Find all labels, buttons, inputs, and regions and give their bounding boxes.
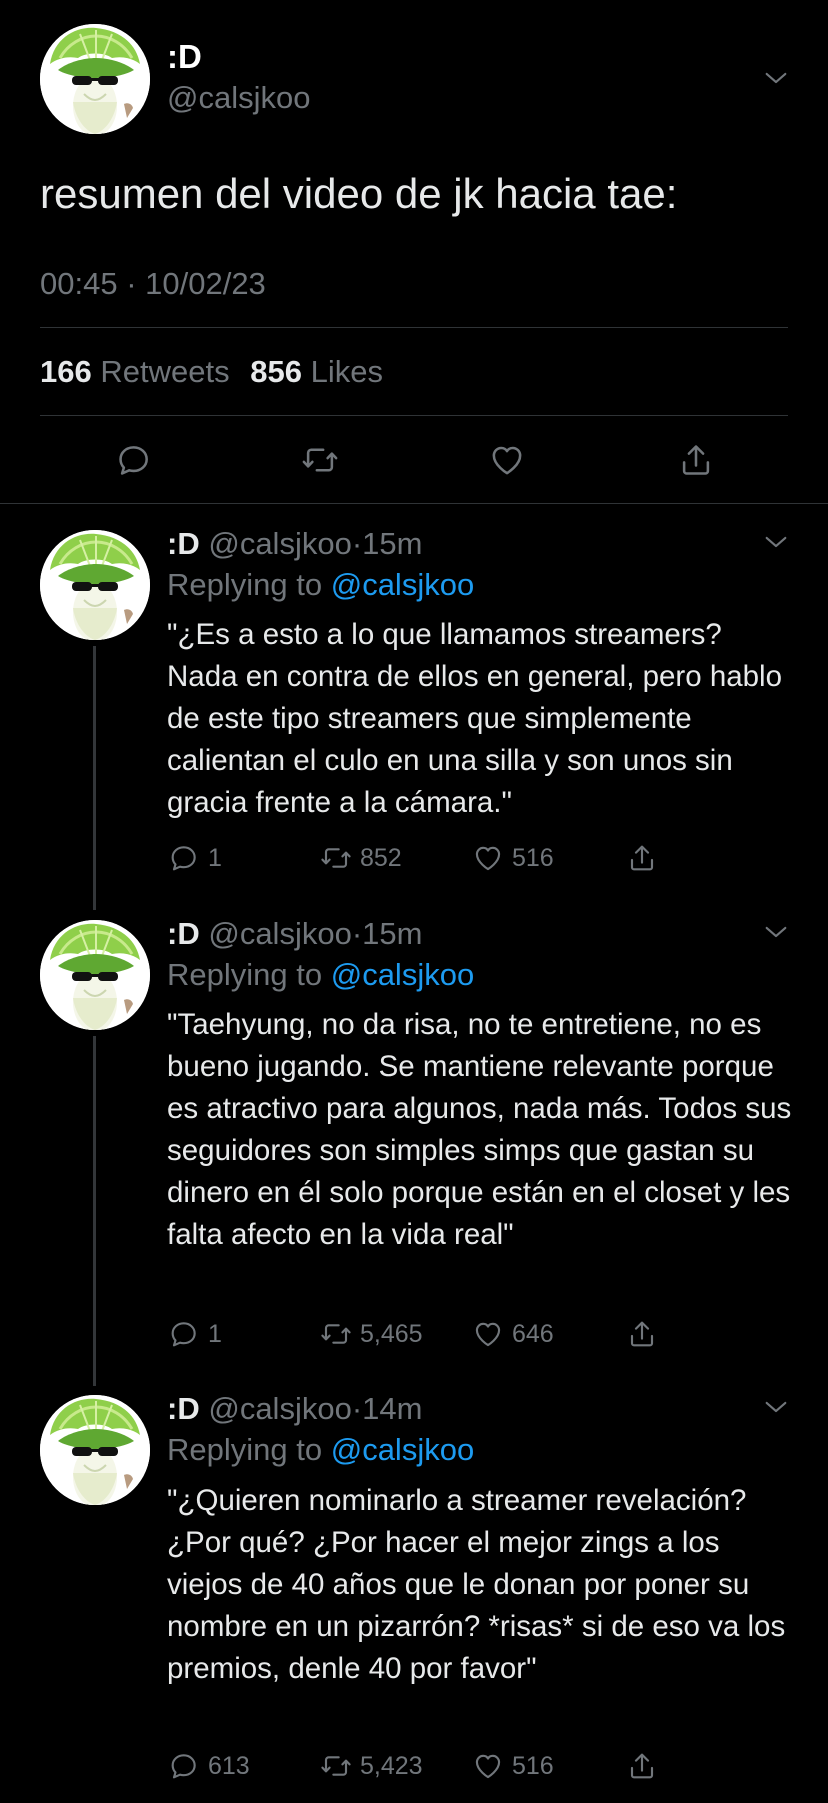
avatar[interactable] [40, 24, 150, 134]
reply-action[interactable]: 1 [168, 1318, 222, 1350]
retweet-action[interactable]: 852 [320, 842, 402, 874]
reply-count: 1 [208, 1319, 222, 1348]
like-action[interactable]: 646 [472, 1318, 554, 1350]
retweet-icon [320, 1318, 352, 1350]
retweet-action[interactable]: 5,465 [320, 1318, 423, 1350]
replying-to-handle[interactable]: @calsjkoo [331, 957, 474, 992]
chevron-down-icon[interactable] [762, 64, 790, 92]
replying-to-label: Replying to [167, 567, 323, 602]
retweet-icon[interactable] [301, 441, 339, 479]
share-icon [626, 1750, 658, 1782]
replying-to-label: Replying to [167, 957, 323, 992]
share-icon[interactable] [677, 441, 715, 479]
display-name[interactable]: :D [167, 526, 200, 561]
replying-to: Replying to @calsjkoo [167, 957, 474, 993]
reply-time[interactable]: 14m [362, 1391, 422, 1426]
user-handle[interactable]: @calsjkoo [167, 80, 310, 116]
like-action[interactable]: 516 [472, 1750, 554, 1782]
retweet-count: 852 [360, 843, 402, 872]
retweet-action[interactable]: 5,423 [320, 1750, 423, 1782]
like-action[interactable]: 516 [472, 842, 554, 874]
retweet-count: 5,465 [360, 1319, 423, 1348]
share-action[interactable] [626, 842, 666, 874]
reply-header: :D @calsjkoo·14m [167, 1391, 422, 1427]
reply-text: "Taehyung, no da risa, no te entretiene,… [167, 1008, 792, 1251]
like-count: 646 [512, 1319, 554, 1348]
reply-header: :D @calsjkoo·15m [167, 916, 422, 952]
like-count: 516 [512, 843, 554, 872]
heart-icon [472, 1750, 504, 1782]
divider [40, 327, 788, 328]
tweet-text: resumen del video de jk hacia tae: [40, 170, 678, 217]
reply-action[interactable]: 1 [168, 842, 222, 874]
retweet-icon [320, 1750, 352, 1782]
share-action[interactable] [626, 1318, 666, 1350]
thread-line [93, 1036, 96, 1386]
avatar-image [40, 530, 150, 640]
display-name[interactable]: :D [167, 38, 202, 76]
like-count: 516 [512, 1751, 554, 1780]
reply-text: "¿Quieren nominarlo a streamer revelació… [167, 1484, 786, 1685]
separator: · [351, 1391, 363, 1426]
user-handle[interactable]: @calsjkoo [208, 526, 351, 561]
likes-count[interactable]: 856 [250, 354, 302, 389]
reply-icon [168, 1318, 200, 1350]
divider [40, 415, 788, 416]
tweet-timestamp[interactable]: 00:45 · 10/02/23 [40, 266, 266, 302]
chevron-down-icon[interactable] [762, 918, 790, 946]
likes-label[interactable]: Likes [311, 354, 383, 389]
heart-icon[interactable] [488, 441, 526, 479]
separator: · [351, 916, 363, 951]
tweet-stats: 166 Retweets 856 Likes [40, 354, 395, 390]
share-icon [626, 1318, 658, 1350]
reply-icon [168, 842, 200, 874]
reply-time[interactable]: 15m [362, 526, 422, 561]
avatar[interactable] [40, 1395, 150, 1505]
replying-to-handle[interactable]: @calsjkoo [331, 567, 474, 602]
reply-action[interactable]: 613 [168, 1750, 250, 1782]
reply-header: :D @calsjkoo·15m [167, 526, 422, 562]
reply-icon[interactable] [115, 441, 153, 479]
retweet-icon [320, 842, 352, 874]
retweet-count: 5,423 [360, 1751, 423, 1780]
share-icon [626, 842, 658, 874]
share-action[interactable] [626, 1750, 666, 1782]
avatar-image [40, 24, 150, 134]
reply-count: 1 [208, 843, 222, 872]
display-name[interactable]: :D [167, 916, 200, 951]
thread-line [93, 646, 96, 910]
heart-icon [472, 1318, 504, 1350]
replying-to-handle[interactable]: @calsjkoo [331, 1432, 474, 1467]
avatar[interactable] [40, 920, 150, 1030]
avatar-image [40, 1395, 150, 1505]
avatar-image [40, 920, 150, 1030]
reply-icon [168, 1750, 200, 1782]
reply-time[interactable]: 15m [362, 916, 422, 951]
replying-to-label: Replying to [167, 1432, 323, 1467]
user-handle[interactable]: @calsjkoo [208, 916, 351, 951]
reply-text: "¿Es a esto a lo que llamamos streamers?… [167, 618, 783, 819]
separator: · [351, 526, 363, 561]
divider [0, 503, 828, 504]
retweets-label[interactable]: Retweets [100, 354, 229, 389]
heart-icon [472, 842, 504, 874]
user-handle[interactable]: @calsjkoo [208, 1391, 351, 1426]
chevron-down-icon[interactable] [762, 1393, 790, 1421]
replying-to: Replying to @calsjkoo [167, 567, 474, 603]
avatar[interactable] [40, 530, 150, 640]
retweets-count[interactable]: 166 [40, 354, 92, 389]
replying-to: Replying to @calsjkoo [167, 1432, 474, 1468]
display-name[interactable]: :D [167, 1391, 200, 1426]
chevron-down-icon[interactable] [762, 528, 790, 556]
reply-count: 613 [208, 1751, 250, 1780]
